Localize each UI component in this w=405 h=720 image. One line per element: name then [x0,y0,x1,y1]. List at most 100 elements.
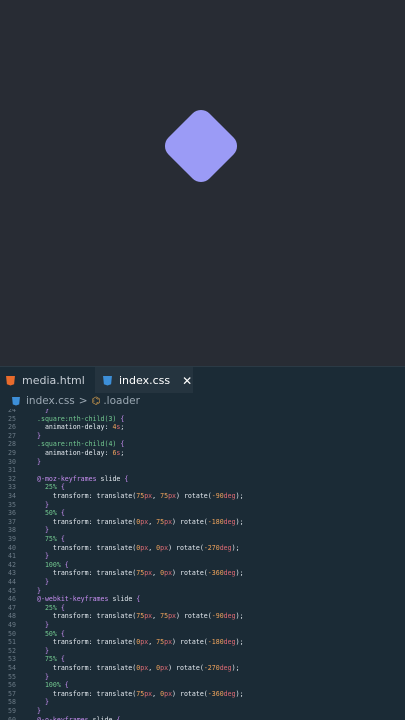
code-line[interactable]: 43 transform: translate(75px, 0px) rotat… [0,569,405,578]
code-token: 75 [160,612,169,621]
code-token: deg [223,492,236,500]
code-text: } [37,501,49,510]
line-number: 58 [8,698,16,707]
code-token: -360 [207,689,224,698]
code-token: deg [223,517,236,526]
breadcrumb-file[interactable]: index.css [26,395,75,407]
code-token: { [60,483,65,492]
code-token: { [124,474,129,483]
line-number: 33 [8,483,16,492]
line-number: 30 [8,457,16,466]
code-token: -90 [211,492,224,500]
code-line[interactable]: 53 75% { [0,655,405,664]
code-line[interactable]: 58 } [0,698,405,707]
code-text: } [37,432,41,441]
code-line[interactable]: 32 @-moz-keyframes slide { [0,475,405,484]
code-token: { [116,715,121,720]
code-line[interactable]: 39 75% { [0,535,405,544]
code-line[interactable]: 33 25% { [0,483,405,492]
code-text: } [37,673,49,682]
code-token: slide [92,715,117,720]
code-line[interactable]: 60 @-o-keyframes slide { [0,716,405,720]
code-token: 75 [136,612,145,621]
code-token: 75 [136,689,145,698]
code-token: px [164,569,173,578]
line-number: 38 [8,526,16,535]
code-token: } [37,586,41,595]
code-token: { [136,595,141,604]
tab-media-html[interactable]: media.html [6,367,88,394]
code-token: 75% [37,535,61,543]
breadcrumb-symbol[interactable]: .loader [103,395,140,407]
code-line[interactable]: 59} [0,707,405,716]
code-token: px [140,664,149,672]
code-line[interactable]: 26 animation-delay: 4s; [0,423,405,432]
code-token: } [37,698,49,707]
close-icon[interactable]: ✕ [182,374,192,388]
code-token: 75% [37,655,61,664]
line-number: 37 [8,517,16,526]
code-line[interactable]: 47 25% { [0,604,405,613]
line-number: 46 [8,595,16,604]
line-number: 32 [8,474,16,483]
code-text: 50% { [37,630,65,639]
code-text: } [37,578,49,587]
code-line[interactable]: 44 } [0,578,405,587]
code-line[interactable]: 54 transform: translate(0px, 0px) rotate… [0,664,405,673]
code-line[interactable]: 35 } [0,501,405,510]
code-line[interactable]: 27} [0,432,405,441]
code-token: animation-delay: [37,423,113,432]
code-text: .square:nth-child(4) { [37,440,124,449]
code-line[interactable]: 48 transform: translate(75px, 75px) rota… [0,612,405,621]
code-line[interactable]: 41 } [0,552,405,561]
code-line[interactable]: 51 transform: translate(0px, 75px) rotat… [0,638,405,647]
code-text: 75% { [37,535,65,544]
line-number: 26 [8,423,16,432]
code-text: @-o-keyframes slide { [37,716,120,720]
code-line[interactable]: 25 .square:nth-child(3) { [0,415,405,424]
code-token: ); [235,569,244,578]
code-token: { [120,440,125,449]
code-text: transform: translate(75px, 0px) rotate(-… [37,569,244,578]
code-token: px [140,543,149,552]
code-token: ; [120,423,125,432]
code-line[interactable]: 36 50% { [0,509,405,518]
code-token: deg [223,612,236,621]
code-line[interactable]: 42 100% { [0,561,405,570]
code-text: } [37,587,41,596]
code-token: } [37,431,41,440]
line-number: 34 [8,492,16,500]
code-token: deg [223,638,236,647]
line-number: 56 [8,681,16,690]
line-number: 27 [8,431,16,440]
code-line[interactable]: 55 } [0,673,405,682]
code-line[interactable]: 29 animation-delay: 6s; [0,449,405,458]
code-token: ); [231,664,240,672]
code-line[interactable]: 45} [0,587,405,596]
code-editor[interactable]: 24 } 25 .square:nth-child(3) {26 animation… [0,409,405,720]
code-line[interactable]: 37 transform: translate(0px, 75px) rotat… [0,518,405,527]
code-token: -360 [207,569,224,578]
code-token: transform: translate( [37,569,137,578]
code-line[interactable]: 50 50% { [0,630,405,639]
code-line[interactable]: 38 } [0,526,405,535]
code-line[interactable]: 34 transform: translate(75px, 75px) rota… [0,492,405,501]
code-text: } [37,698,49,707]
code-line[interactable]: 56 100% { [0,681,405,690]
code-line[interactable]: 28 .square:nth-child(4) { [0,440,405,449]
code-token: transform: translate( [37,492,137,500]
code-text: 25% { [37,604,65,613]
code-line[interactable]: 49 } [0,621,405,630]
code-line[interactable]: 57 transform: translate(75px, 0px) rotat… [0,690,405,699]
code-line[interactable]: 31 [0,466,405,475]
code-token: { [64,681,69,690]
code-line[interactable]: 30} [0,458,405,467]
code-line[interactable]: 52 } [0,647,405,656]
code-line[interactable]: 40 transform: translate(0px, 0px) rotate… [0,544,405,553]
code-line[interactable]: 46 @-webkit-keyframes slide { [0,595,405,604]
code-token: , [152,612,161,621]
code-token: } [37,578,49,586]
code-token: 25% [37,483,61,492]
tab-index-css[interactable]: index.css ✕ [95,367,193,395]
preview-area [0,0,405,366]
